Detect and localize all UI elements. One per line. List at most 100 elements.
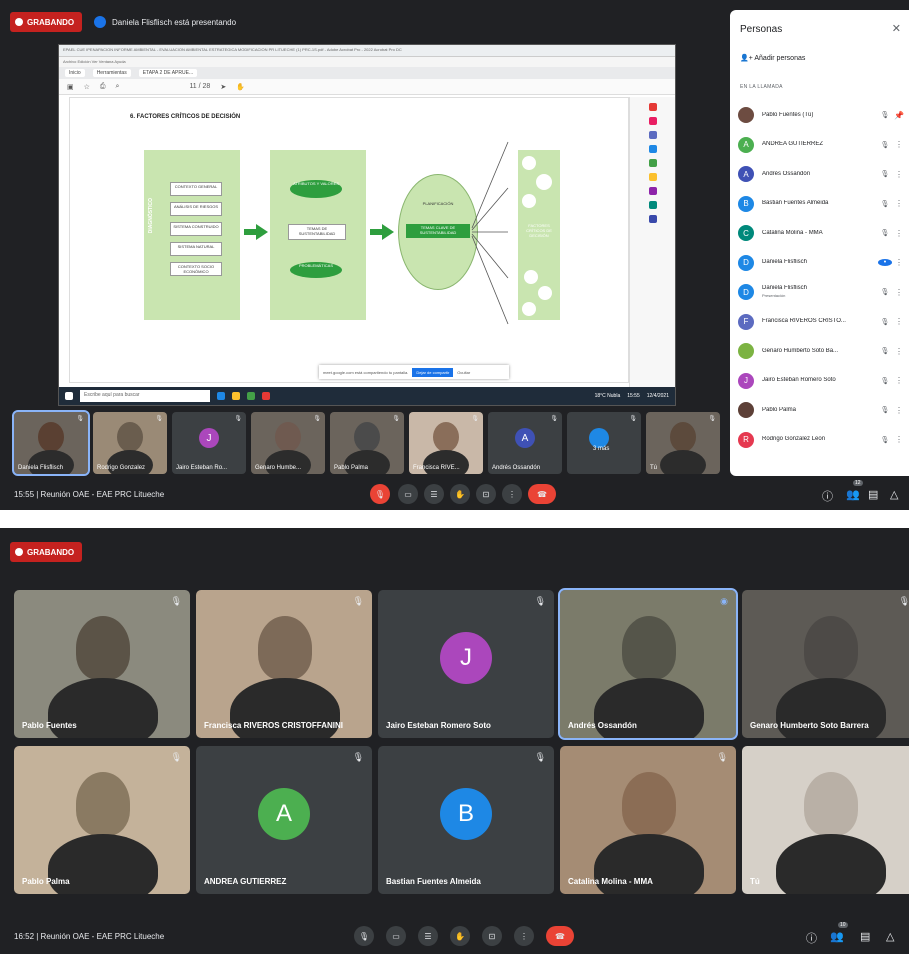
participant-tile[interactable]: Tú xyxy=(742,746,909,894)
participant-row[interactable]: A Andrés Ossandón 🎙 ⋮ xyxy=(738,161,906,187)
hand-icon[interactable]: ✋ xyxy=(236,83,245,91)
participant-tile[interactable]: A ANDREA GUTIERREZ 🎙 xyxy=(196,746,372,894)
stop-sharing-button[interactable]: Dejar de compartir xyxy=(412,367,454,377)
participant-row[interactable]: Pablo Palma 🎙 ⋮ xyxy=(738,397,906,423)
participant-row[interactable]: Pablo Fuentes (Tú) 🎙 📌 xyxy=(738,102,906,128)
participant-row[interactable]: D Daniela Flisflisch • ⋮ xyxy=(738,250,906,276)
mic-muted-icon[interactable]: 🎙 xyxy=(878,436,892,444)
participant-thumbnail[interactable]: Genaro Humbe... 🎙 xyxy=(251,412,325,474)
participant-thumbnail[interactable]: Rodrigo Gonzalez 🎙 xyxy=(93,412,167,474)
mic-muted-icon[interactable]: 🎙 xyxy=(878,406,892,414)
more-options-button[interactable]: ⋮ xyxy=(514,926,534,946)
participant-tile[interactable]: Pablo Fuentes 🎙 xyxy=(14,590,190,738)
mic-muted-icon[interactable]: 🎙 xyxy=(878,288,892,296)
tool-icon[interactable] xyxy=(648,215,657,223)
tool-icon[interactable] xyxy=(648,159,657,167)
more-options-icon[interactable]: ⋮ xyxy=(892,317,906,326)
hide-button[interactable]: Ocultar xyxy=(457,370,470,375)
more-options-icon[interactable]: ⋮ xyxy=(892,376,906,385)
tool-icon[interactable] xyxy=(648,117,657,125)
participant-thumbnail[interactable]: Tú 🎙 xyxy=(646,412,720,474)
captions-button[interactable]: ☰ xyxy=(424,484,444,504)
activities-icon[interactable]: △ xyxy=(890,488,898,501)
save-icon[interactable]: ▣ xyxy=(67,83,74,91)
mic-muted-icon[interactable]: 🎙 xyxy=(878,141,892,149)
participant-row[interactable]: Genaro Humberto Soto Ba... 🎙 ⋮ xyxy=(738,338,906,364)
participant-thumbnail[interactable]: A Andrés Ossandón 🎙 xyxy=(488,412,562,474)
pdf-tab[interactable]: Inicio xyxy=(65,69,85,77)
chat-icon[interactable]: ▤ xyxy=(860,930,870,943)
participant-tile[interactable]: Pablo Palma 🎙 xyxy=(14,746,190,894)
participant-row[interactable]: B Bastian Fuentes Almeida 🎙 ⋮ xyxy=(738,191,906,217)
camera-button[interactable]: ▭ xyxy=(398,484,418,504)
more-options-icon[interactable]: ⋮ xyxy=(892,347,906,356)
more-options-icon[interactable]: ⋮ xyxy=(892,199,906,208)
participant-row[interactable]: F Francisca RIVEROS CRISTO... 🎙 ⋮ xyxy=(738,309,906,335)
info-icon[interactable]: ⓘ xyxy=(822,488,833,504)
tool-icon[interactable] xyxy=(648,145,657,153)
participant-thumbnail[interactable]: Daniela Flisflisch 🎙 xyxy=(12,410,90,476)
tool-icon[interactable] xyxy=(648,131,657,139)
mic-muted-icon[interactable]: 🎙 xyxy=(878,200,892,208)
mic-muted-icon[interactable]: 🎙 xyxy=(878,377,892,385)
more-options-icon[interactable]: ⋮ xyxy=(892,229,906,238)
participant-tile[interactable]: J Jairo Esteban Romero Soto 🎙 xyxy=(378,590,554,738)
participant-row[interactable]: R Rodrigo Gonzalez Leon 🎙 ⋮ xyxy=(738,427,906,453)
print-icon[interactable]: ⎙ xyxy=(100,83,106,91)
present-button[interactable]: ⊡ xyxy=(482,926,502,946)
participant-thumbnail[interactable]: 3 más 🎙 xyxy=(567,412,641,474)
pdf-tab[interactable]: Herramientas xyxy=(92,69,131,77)
participant-thumbnail[interactable]: J Jairo Esteban Ro... 🎙 xyxy=(172,412,246,474)
end-call-button[interactable]: ☎ xyxy=(528,484,556,504)
app-icon[interactable] xyxy=(247,392,255,400)
taskbar-search[interactable]: Escribe aquí para buscar xyxy=(80,390,210,402)
more-options-icon[interactable]: ⋮ xyxy=(892,140,906,149)
cursor-icon[interactable]: ➤ xyxy=(220,83,226,91)
participant-tile[interactable]: Catalina Molina - MMA 🎙 xyxy=(560,746,736,894)
add-people-button[interactable]: 👤+ Añadir personas xyxy=(740,54,805,62)
pdf-tab[interactable]: ETAPA 2 DE APRUE... xyxy=(138,69,198,77)
camera-button[interactable]: ▭ xyxy=(386,926,406,946)
end-call-button[interactable]: ☎ xyxy=(546,926,574,946)
more-options-icon[interactable]: ⋮ xyxy=(892,406,906,415)
pin-icon[interactable]: 📌 xyxy=(892,111,906,120)
more-options-icon[interactable]: ⋮ xyxy=(892,258,906,267)
mic-muted-icon[interactable]: • xyxy=(878,259,892,266)
participant-row[interactable]: D Daniela Flisflisch Presentación 🎙 ⋮ xyxy=(738,279,906,305)
present-button[interactable]: ⊡ xyxy=(476,484,496,504)
mic-muted-icon[interactable]: 🎙 xyxy=(878,111,892,119)
raise-hand-button[interactable]: ✋ xyxy=(450,926,470,946)
app-icon[interactable] xyxy=(217,392,225,400)
participant-tile[interactable]: Francisca RIVEROS CRISTOFFANINI 🎙 xyxy=(196,590,372,738)
more-options-button[interactable]: ⋮ xyxy=(502,484,522,504)
participant-row[interactable]: A ANDREA GUTIERREZ 🎙 ⋮ xyxy=(738,132,906,158)
people-icon[interactable]: 👥 xyxy=(830,930,844,943)
mic-muted-icon[interactable]: 🎙 xyxy=(878,347,892,355)
mic-off-button[interactable]: 🎙 xyxy=(370,484,390,504)
mic-muted-icon[interactable]: 🎙 xyxy=(878,229,892,237)
zoom-icon[interactable]: ⌕ xyxy=(116,83,120,91)
chat-icon[interactable]: ▤ xyxy=(868,488,878,501)
participant-tile[interactable]: Genaro Humberto Soto Barrera 🎙 xyxy=(742,590,909,738)
participant-row[interactable]: C Catalina Molina - MMA 🎙 ⋮ xyxy=(738,220,906,246)
participant-thumbnail[interactable]: Francisca RIVE... 🎙 xyxy=(409,412,483,474)
captions-button[interactable]: ☰ xyxy=(418,926,438,946)
mic-muted-icon[interactable]: 🎙 xyxy=(878,318,892,326)
participant-tile[interactable]: B Bastian Fuentes Almeida 🎙 xyxy=(378,746,554,894)
more-options-icon[interactable]: ⋮ xyxy=(892,170,906,179)
participant-thumbnail[interactable]: Pablo Palma 🎙 xyxy=(330,412,404,474)
app-icon[interactable] xyxy=(262,392,270,400)
windows-icon[interactable] xyxy=(65,392,73,400)
participant-tile[interactable]: Andrés Ossandón ◉ xyxy=(558,588,738,740)
mic-button[interactable]: 🎙 xyxy=(354,926,374,946)
mic-muted-icon[interactable]: 🎙 xyxy=(878,170,892,178)
more-options-icon[interactable]: ⋮ xyxy=(892,288,906,297)
more-options-icon[interactable]: ⋮ xyxy=(892,435,906,444)
activities-icon[interactable]: △ xyxy=(886,930,894,943)
star-icon[interactable]: ☆ xyxy=(84,83,90,91)
participant-row[interactable]: J Jairo Esteban Romero Soto 🎙 ⋮ xyxy=(738,368,906,394)
info-icon[interactable]: ⓘ xyxy=(806,930,817,946)
tool-icon[interactable] xyxy=(648,103,657,111)
tool-icon[interactable] xyxy=(648,173,657,181)
people-icon[interactable]: 👥 xyxy=(846,488,860,501)
